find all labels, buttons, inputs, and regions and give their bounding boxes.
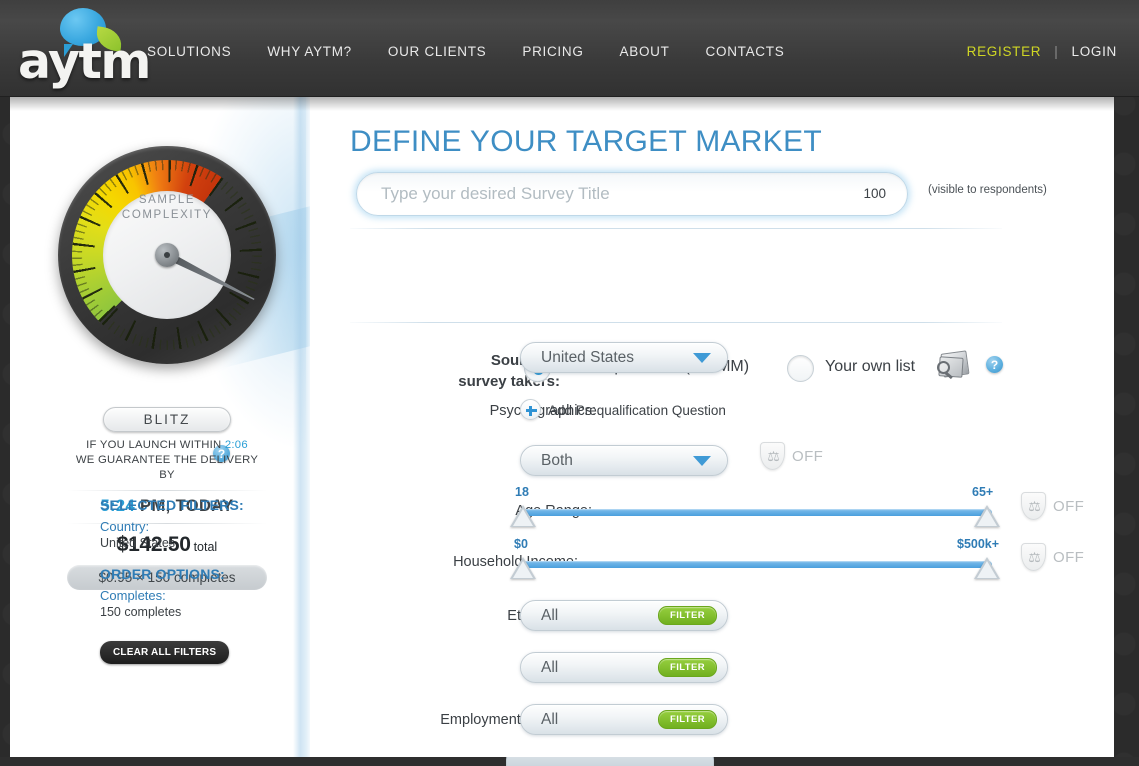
dropdown-gender-value: Both xyxy=(541,452,693,470)
gauge-label-line-2: COMPLEXITY xyxy=(58,208,276,223)
launch-window-prefix: IF YOU LAUNCH WITHIN xyxy=(86,439,225,451)
primary-nav-links: SOLUTIONS WHY AYTM? OUR CLIENTS PRICING … xyxy=(147,44,820,59)
survey-title-input[interactable] xyxy=(356,172,908,216)
scales-shield-icon: ⚖ xyxy=(1021,543,1046,571)
filter-education[interactable]: All FILTER xyxy=(520,652,728,683)
selected-filters-panel: SELECTED FILTERS: Country: United States… xyxy=(100,497,290,664)
filter-employment-status[interactable]: All FILTER xyxy=(520,704,728,735)
price-divider-top xyxy=(67,490,267,491)
radio-your-own-list[interactable] xyxy=(787,355,814,382)
nav-item-our-clients[interactable]: OUR CLIENTS xyxy=(388,44,510,59)
income-max-label: $500k+ xyxy=(957,537,999,551)
filter-education-value: All xyxy=(541,659,658,677)
toggle-age-quota-state: OFF xyxy=(1053,498,1084,515)
filter-key-country: Country: xyxy=(100,518,290,535)
dropdown-gender[interactable]: Both xyxy=(520,445,728,476)
guarantee-line: WE GUARANTEE THE DELIVERY BY xyxy=(67,453,267,483)
age-range-max-label: 65+ xyxy=(972,485,993,499)
divider-under-source xyxy=(350,322,1002,323)
nav-item-contacts[interactable]: CONTACTS xyxy=(706,44,809,59)
source-help-icon[interactable]: ? xyxy=(986,356,1003,373)
survey-title-field-wrap: 100 xyxy=(356,172,908,216)
toggle-gender-quota[interactable]: ⚖ OFF xyxy=(760,442,823,470)
content-shell: SAMPLE COMPLEXITY BLITZ ? IF YOU LAUNCH … xyxy=(10,97,1114,757)
address-book-search-icon[interactable] xyxy=(937,349,971,379)
gauge-label-line-1: SAMPLE xyxy=(58,193,276,208)
nav-item-pricing[interactable]: PRICING xyxy=(522,44,607,59)
gauge-hub xyxy=(155,243,179,267)
magnifier-icon xyxy=(937,361,950,374)
toggle-income-quota[interactable]: ⚖ OFF xyxy=(1021,543,1084,571)
dropdown-country[interactable]: United States xyxy=(520,342,728,373)
add-prequalification-question-link[interactable]: Add Prequalification Question xyxy=(548,403,726,418)
filter-value-country: United States xyxy=(100,535,290,552)
age-range-min-label: 18 xyxy=(515,485,529,499)
nav-item-about[interactable]: ABOUT xyxy=(620,44,694,59)
filters-spacer xyxy=(100,552,290,566)
filter-tag-ethnicity-race[interactable]: FILTER xyxy=(658,606,717,625)
filter-tag-education[interactable]: FILTER xyxy=(658,658,717,677)
scales-shield-icon: ⚖ xyxy=(760,442,785,470)
page-title: DEFINE YOUR TARGET MARKET xyxy=(350,125,822,159)
auth-links: REGISTER | LOGIN xyxy=(967,44,1117,59)
main-panel: DEFINE YOUR TARGET MARKET 100 (visible t… xyxy=(312,97,1114,757)
order-options-heading: ORDER OPTIONS: xyxy=(100,566,290,582)
order-key-completes: Completes: xyxy=(100,587,290,604)
scales-shield-icon: ⚖ xyxy=(1021,492,1046,520)
chevron-down-icon xyxy=(693,456,711,466)
age-range-handle-min[interactable] xyxy=(510,505,536,527)
plus-icon-add-prequalification[interactable] xyxy=(520,399,541,420)
radio-label-your-own-list[interactable]: Your own list xyxy=(825,358,915,376)
income-min-label: $0 xyxy=(514,537,528,551)
sample-complexity-gauge: SAMPLE COMPLEXITY xyxy=(58,146,276,364)
gauge-label: SAMPLE COMPLEXITY xyxy=(58,193,276,223)
sidebar-main-divider xyxy=(293,97,312,757)
aytm-logo[interactable]: aytm xyxy=(18,6,138,80)
filter-employment-status-value: All xyxy=(541,711,658,729)
toggle-gender-quota-state: OFF xyxy=(792,448,823,465)
survey-title-note: (visible to respondents) xyxy=(928,184,1047,196)
income-handle-max[interactable] xyxy=(974,557,1000,579)
income-handle-min[interactable] xyxy=(510,557,536,579)
sidebar: SAMPLE COMPLEXITY BLITZ ? IF YOU LAUNCH … xyxy=(10,97,302,757)
survey-title-char-count: 100 xyxy=(863,186,886,201)
filter-ethnicity-race-value: All xyxy=(541,607,658,625)
top-navigation-bar: aytm SOLUTIONS WHY AYTM? OUR CLIENTS PRI… xyxy=(0,0,1139,97)
auth-separator: | xyxy=(1054,44,1058,59)
register-link[interactable]: REGISTER xyxy=(967,44,1042,59)
age-range-track[interactable] xyxy=(522,509,992,516)
logo-wordmark: aytm xyxy=(18,33,150,90)
dropdown-country-value: United States xyxy=(541,349,693,367)
filter-ethnicity-race[interactable]: All FILTER xyxy=(520,600,728,631)
login-link[interactable]: LOGIN xyxy=(1071,44,1117,59)
chevron-down-icon xyxy=(693,353,711,363)
nav-item-solutions[interactable]: SOLUTIONS xyxy=(147,44,255,59)
divider-under-title xyxy=(350,228,1002,229)
gauge-badge-blitz: BLITZ xyxy=(103,407,231,432)
age-range-handle-max[interactable] xyxy=(974,505,1000,527)
selected-filters-heading: SELECTED FILTERS: xyxy=(100,497,290,513)
income-track[interactable] xyxy=(522,561,992,568)
order-value-completes: 150 completes xyxy=(100,604,290,621)
filter-tag-employment-status[interactable]: FILTER xyxy=(658,710,717,729)
nav-item-why-aytm[interactable]: WHY AYTM? xyxy=(267,44,376,59)
launch-countdown: 2:06 xyxy=(225,439,248,451)
toggle-income-quota-state: OFF xyxy=(1053,549,1084,566)
clear-all-filters-button[interactable]: CLEAR ALL FILTERS xyxy=(100,641,229,664)
toggle-age-quota[interactable]: ⚖ OFF xyxy=(1021,492,1084,520)
launch-window-line: IF YOU LAUNCH WITHIN 2:06 WE GUARANTEE T… xyxy=(67,438,267,483)
